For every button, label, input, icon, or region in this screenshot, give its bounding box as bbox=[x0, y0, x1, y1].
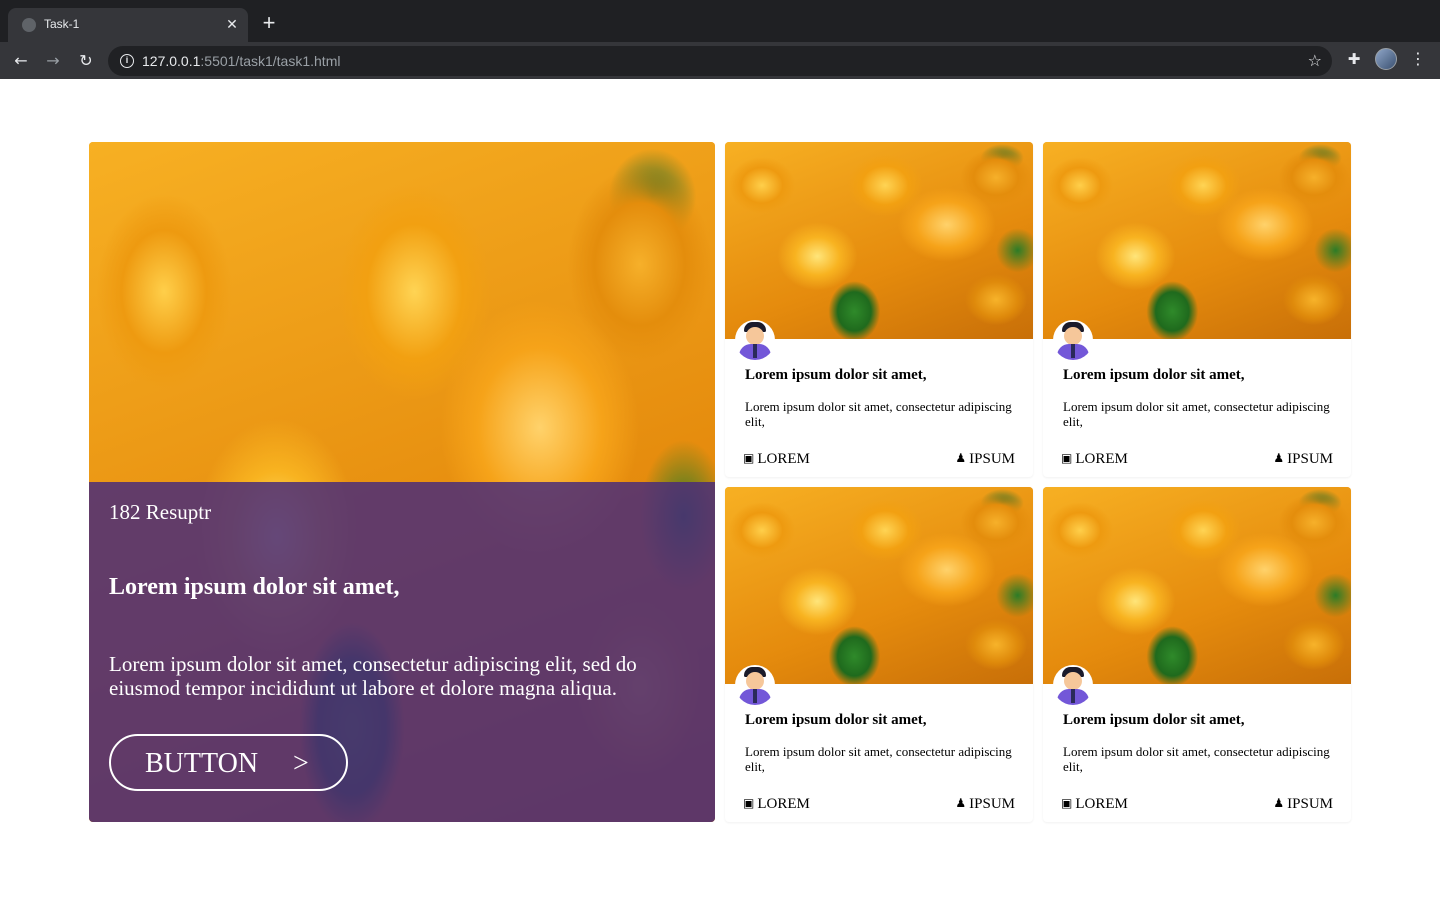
card-title: Lorem ipsum dolor sit amet, bbox=[1063, 367, 1245, 383]
person-icon: ♟ bbox=[1273, 796, 1285, 810]
avatar bbox=[735, 665, 775, 705]
card-ipsum-link[interactable]: ♟ IPSUM bbox=[1273, 451, 1333, 468]
url-host: 127.0.0.1 bbox=[142, 53, 201, 69]
card-ipsum-link[interactable]: ♟ IPSUM bbox=[1273, 796, 1333, 813]
card-text: Lorem ipsum dolor sit amet, consectetur … bbox=[1063, 399, 1330, 429]
tab-title: Task-1 bbox=[44, 17, 80, 31]
card-title: Lorem ipsum dolor sit amet, bbox=[745, 712, 927, 728]
close-tab-icon[interactable]: ✕ bbox=[224, 16, 240, 32]
card: Lorem ipsum dolor sit amet, Lorem ipsum … bbox=[725, 142, 1033, 477]
hero-count: 182 Resuptr bbox=[109, 500, 212, 524]
contact-card-icon: ▣ bbox=[1061, 796, 1073, 810]
card-text: Lorem ipsum dolor sit amet, consectetur … bbox=[1063, 744, 1330, 774]
contact-card-icon: ▣ bbox=[743, 451, 755, 465]
card-lorem-label: LOREM bbox=[1075, 796, 1128, 812]
hero-title: Lorem ipsum dolor sit amet, bbox=[109, 574, 400, 600]
new-tab-button[interactable]: + bbox=[258, 12, 280, 34]
card-lorem-label: LOREM bbox=[757, 451, 810, 467]
avatar bbox=[1053, 665, 1093, 705]
forward-arrow-icon[interactable]: → bbox=[42, 50, 64, 72]
card: Lorem ipsum dolor sit amet, Lorem ipsum … bbox=[1043, 142, 1351, 477]
oranges-photo bbox=[1043, 142, 1351, 339]
person-icon: ♟ bbox=[1273, 451, 1285, 465]
back-arrow-icon[interactable]: ← bbox=[10, 50, 32, 72]
card: Lorem ipsum dolor sit amet, Lorem ipsum … bbox=[725, 487, 1033, 822]
extensions-puzzle-icon[interactable]: ✚ bbox=[1344, 50, 1364, 70]
card-text: Lorem ipsum dolor sit amet, consectetur … bbox=[745, 399, 1012, 429]
contact-card-icon: ▣ bbox=[743, 796, 755, 810]
card-ipsum-label: IPSUM bbox=[1287, 796, 1333, 812]
contact-card-icon: ▣ bbox=[1061, 451, 1073, 465]
card-lorem-link[interactable]: ▣ LOREM bbox=[743, 796, 810, 813]
browser-chrome: Task-1 ✕ + ← → ↻ i 127.0.0.1:5501/task1/… bbox=[0, 0, 1440, 79]
oranges-photo bbox=[725, 142, 1033, 339]
card-ipsum-link[interactable]: ♟ IPSUM bbox=[955, 451, 1015, 468]
card-ipsum-label: IPSUM bbox=[969, 796, 1015, 812]
chevron-right-icon: > bbox=[293, 748, 309, 779]
address-bar[interactable]: i 127.0.0.1:5501/task1/task1.html ☆ bbox=[108, 46, 1332, 76]
person-icon: ♟ bbox=[955, 451, 967, 465]
card-text: Lorem ipsum dolor sit amet, consectetur … bbox=[745, 744, 1012, 774]
tab-strip: Task-1 ✕ + bbox=[0, 0, 1440, 42]
person-icon: ♟ bbox=[955, 796, 967, 810]
more-menu-icon[interactable]: ⋮ bbox=[1410, 49, 1426, 71]
hero-button-label: BUTTON bbox=[145, 748, 259, 779]
card-lorem-link[interactable]: ▣ LOREM bbox=[743, 451, 810, 468]
tab-task-1[interactable]: Task-1 ✕ bbox=[8, 8, 248, 42]
card-lorem-link[interactable]: ▣ LOREM bbox=[1061, 796, 1128, 813]
card-lorem-link[interactable]: ▣ LOREM bbox=[1061, 451, 1128, 468]
bookmark-star-icon[interactable]: ☆ bbox=[1308, 51, 1322, 70]
oranges-photo bbox=[1043, 487, 1351, 684]
card-ipsum-label: IPSUM bbox=[969, 451, 1015, 467]
card: Lorem ipsum dolor sit amet, Lorem ipsum … bbox=[1043, 487, 1351, 822]
url-text[interactable]: 127.0.0.1:5501/task1/task1.html bbox=[142, 53, 340, 69]
hero-text: Lorem ipsum dolor sit amet, consectetur … bbox=[109, 652, 637, 700]
hero-button[interactable]: BUTTON > bbox=[109, 734, 348, 791]
card-ipsum-link[interactable]: ♟ IPSUM bbox=[955, 796, 1015, 813]
card-title: Lorem ipsum dolor sit amet, bbox=[745, 367, 927, 383]
info-icon[interactable]: i bbox=[120, 54, 134, 68]
url-path: :5501/task1/task1.html bbox=[200, 53, 341, 69]
card-title: Lorem ipsum dolor sit amet, bbox=[1063, 712, 1245, 728]
card-lorem-label: LOREM bbox=[757, 796, 810, 812]
avatar bbox=[735, 320, 775, 360]
hero-overlay: 182 Resuptr Lorem ipsum dolor sit amet, … bbox=[89, 482, 715, 822]
card-lorem-label: LOREM bbox=[1075, 451, 1128, 467]
hero-card: 182 Resuptr Lorem ipsum dolor sit amet, … bbox=[89, 142, 715, 822]
avatar bbox=[1053, 320, 1093, 360]
globe-icon bbox=[22, 18, 36, 32]
card-ipsum-label: IPSUM bbox=[1287, 451, 1333, 467]
browser-toolbar: ← → ↻ i 127.0.0.1:5501/task1/task1.html … bbox=[0, 42, 1440, 79]
reload-icon[interactable]: ↻ bbox=[75, 50, 97, 72]
profile-avatar[interactable] bbox=[1375, 48, 1397, 70]
oranges-photo bbox=[725, 487, 1033, 684]
